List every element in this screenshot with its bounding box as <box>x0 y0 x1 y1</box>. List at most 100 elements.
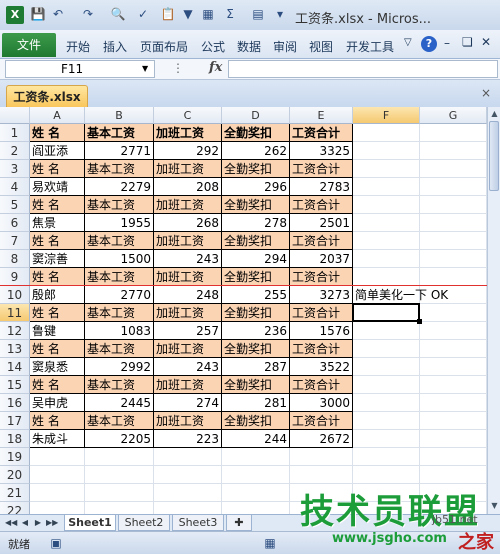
cell-b18[interactable]: 2205 <box>85 430 154 448</box>
cell-d4[interactable]: 296 <box>222 178 290 196</box>
cell-d13[interactable]: 全勤奖扣 <box>222 340 290 358</box>
cell-b11[interactable]: 基本工资 <box>85 304 154 322</box>
cell-a11[interactable]: 姓 名 <box>30 304 85 322</box>
cell-g12[interactable] <box>420 322 487 340</box>
cell-c15[interactable]: 加班工资 <box>154 376 222 394</box>
cell-f14[interactable] <box>353 358 420 376</box>
tab-review[interactable]: 审阅 <box>273 38 297 55</box>
cell-g20[interactable] <box>420 466 487 484</box>
redo-icon[interactable]: ↷ <box>80 6 96 22</box>
cell-d17[interactable]: 全勤奖扣 <box>222 412 290 430</box>
cell-c6[interactable]: 268 <box>154 214 222 232</box>
cell-d7[interactable]: 全勤奖扣 <box>222 232 290 250</box>
cell-d1[interactable]: 全勤奖扣 <box>222 124 290 142</box>
cell-c5[interactable]: 加班工资 <box>154 196 222 214</box>
cell-a10[interactable]: 殷郎 <box>30 286 85 304</box>
cell-d2[interactable]: 262 <box>222 142 290 160</box>
insert-function-icon[interactable]: fx <box>209 60 222 75</box>
cell-f6[interactable] <box>353 214 420 232</box>
cell-a21[interactable] <box>30 484 85 502</box>
cell-b3[interactable]: 基本工资 <box>85 160 154 178</box>
cell-e9[interactable]: 工资合计 <box>290 268 353 286</box>
autosum-icon[interactable]: Σ <box>222 6 238 22</box>
row-header[interactable]: 1 <box>0 124 30 142</box>
cell-e4[interactable]: 2783 <box>290 178 353 196</box>
cell-d3[interactable]: 全勤奖扣 <box>222 160 290 178</box>
cell-a4[interactable]: 易欢靖 <box>30 178 85 196</box>
cell-f13[interactable] <box>353 340 420 358</box>
cell-d21[interactable] <box>222 484 290 502</box>
filter-icon[interactable]: ▼ <box>180 6 196 22</box>
spreadsheet-grid[interactable]: ABCDEFG1姓 名基本工资 加班工资 全勤奖扣 工资合计 2 阎亚添 2771 292 26… <box>0 107 487 514</box>
cell-c8[interactable]: 243 <box>154 250 222 268</box>
cell-c22[interactable] <box>154 502 222 514</box>
cell-g15[interactable] <box>420 376 487 394</box>
cell-f19[interactable] <box>353 448 420 466</box>
column-header-d[interactable]: D <box>222 107 290 124</box>
format-icon[interactable]: ▤ <box>250 6 266 22</box>
cell-a8[interactable]: 窦淙善 <box>30 250 85 268</box>
row-header[interactable]: 4 <box>0 178 30 196</box>
next-sheet-icon[interactable]: ▶ <box>33 517 43 529</box>
cell-c10[interactable]: 248 <box>154 286 222 304</box>
cell-f8[interactable] <box>353 250 420 268</box>
cell-d15[interactable]: 全勤奖扣 <box>222 376 290 394</box>
tab-home[interactable]: 开始 <box>66 38 90 55</box>
row-header[interactable]: 5 <box>0 196 30 214</box>
workbook-close-icon[interactable]: × <box>478 85 494 101</box>
cell-a15[interactable]: 姓 名 <box>30 376 85 394</box>
cell-e20[interactable] <box>290 466 353 484</box>
cell-a6[interactable]: 焦景 <box>30 214 85 232</box>
sheet-tab-sheet3[interactable]: Sheet3 <box>172 515 224 531</box>
cell-f12[interactable] <box>353 322 420 340</box>
cell-e1[interactable]: 工资合计 <box>290 124 353 142</box>
cell-d9[interactable]: 全勤奖扣 <box>222 268 290 286</box>
cell-g13[interactable] <box>420 340 487 358</box>
cell-d22[interactable] <box>222 502 290 514</box>
cell-b22[interactable] <box>85 502 154 514</box>
cell-g5[interactable] <box>420 196 487 214</box>
cell-g3[interactable] <box>420 160 487 178</box>
row-header[interactable]: 6 <box>0 214 30 232</box>
tab-page-layout[interactable]: 页面布局 <box>140 38 188 55</box>
close-icon[interactable]: ✕ <box>481 35 491 49</box>
cell-d12[interactable]: 236 <box>222 322 290 340</box>
cell-c3[interactable]: 加班工资 <box>154 160 222 178</box>
borders-icon[interactable]: ▦ <box>200 6 216 22</box>
cell-d11[interactable]: 全勤奖扣 <box>222 304 290 322</box>
macro-record-icon[interactable]: ▣ <box>48 535 64 551</box>
active-cell-selection[interactable] <box>352 303 420 322</box>
cell-f16[interactable] <box>353 394 420 412</box>
row-header[interactable]: 12 <box>0 322 30 340</box>
workbook-tab[interactable]: 工资条.xlsx <box>6 85 88 108</box>
column-header-b[interactable]: B <box>85 107 154 124</box>
column-header-e[interactable]: E <box>290 107 353 124</box>
tab-insert[interactable]: 插入 <box>103 38 127 55</box>
cell-g2[interactable] <box>420 142 487 160</box>
save-icon[interactable]: 💾 <box>30 6 46 22</box>
cell-c16[interactable]: 274 <box>154 394 222 412</box>
minimize-icon[interactable]: – <box>444 36 450 50</box>
cell-d8[interactable]: 294 <box>222 250 290 268</box>
cell-e13[interactable]: 工资合计 <box>290 340 353 358</box>
row-header[interactable]: 9 <box>0 268 30 286</box>
cell-b17[interactable]: 基本工资 <box>85 412 154 430</box>
row-header[interactable]: 3 <box>0 160 30 178</box>
cell-e19[interactable] <box>290 448 353 466</box>
cell-g14[interactable] <box>420 358 487 376</box>
ribbon-collapse-icon[interactable]: ▽ <box>404 37 412 48</box>
cell-b1[interactable]: 基本工资 <box>85 124 154 142</box>
cell-a9[interactable]: 姓 名 <box>30 268 85 286</box>
cell-b20[interactable] <box>85 466 154 484</box>
row-header[interactable]: 11 <box>0 304 30 322</box>
cell-b7[interactable]: 基本工资 <box>85 232 154 250</box>
customize-qat-icon[interactable]: ▾ <box>272 6 288 22</box>
cell-d14[interactable]: 287 <box>222 358 290 376</box>
cell-g7[interactable] <box>420 232 487 250</box>
row-header[interactable]: 21 <box>0 484 30 502</box>
cell-g8[interactable] <box>420 250 487 268</box>
print-preview-icon[interactable]: 🔍 <box>110 6 126 22</box>
tab-file[interactable]: 文件 <box>2 33 56 57</box>
cell-b9[interactable]: 基本工资 <box>85 268 154 286</box>
cell-b21[interactable] <box>85 484 154 502</box>
